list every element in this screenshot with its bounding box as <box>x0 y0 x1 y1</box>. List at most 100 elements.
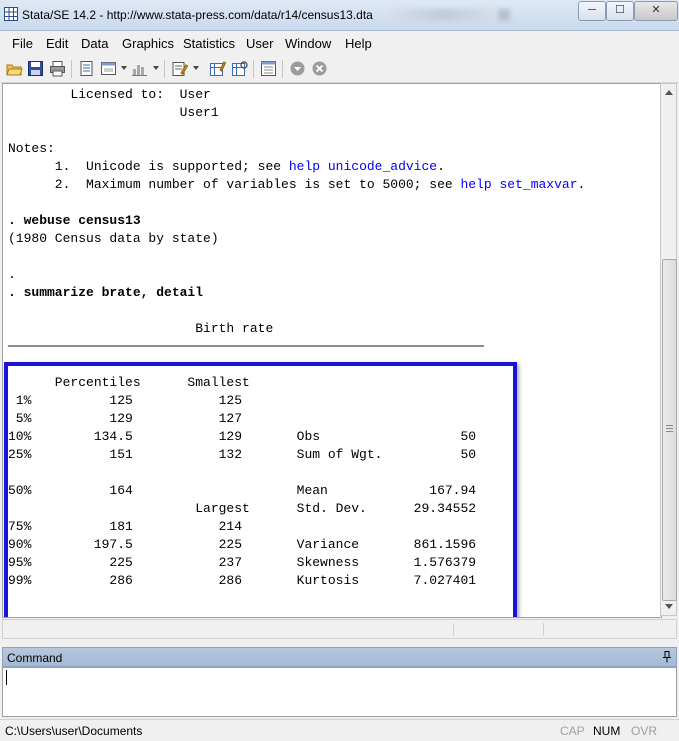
results-line: 1. Unicode is supported; see help unicod… <box>8 158 585 176</box>
output-text: ────────────────────────────────────────… <box>8 339 484 354</box>
results-window[interactable]: Licensed to: User User1 Notes: 1. Unicode… <box>2 83 662 618</box>
menu-edit[interactable]: Edit <box>46 36 68 51</box>
results-line <box>8 194 585 212</box>
output-text: 99% 286 286 Kurtosis 7.027401 <box>8 573 477 588</box>
graph-icon[interactable] <box>131 60 148 77</box>
maximize-button[interactable]: ☐ <box>606 1 634 21</box>
menu-file[interactable]: File <box>12 36 33 51</box>
save-icon[interactable] <box>27 60 44 77</box>
results-line: Birth rate <box>8 320 585 338</box>
break-icon[interactable] <box>311 60 328 77</box>
menu-data[interactable]: Data <box>81 36 108 51</box>
output-text: Percentiles Smallest <box>8 375 250 390</box>
results-line: 75% 181 214 <box>8 518 585 536</box>
output-text: . <box>8 267 16 282</box>
results-line: 95% 225 237 Skewness 1.576379 <box>8 554 585 572</box>
blurred-region <box>390 9 500 21</box>
toolbar <box>0 56 679 83</box>
results-line <box>8 122 585 140</box>
do-file-dropdown-icon[interactable] <box>193 66 199 70</box>
menu-help[interactable]: Help <box>345 36 372 51</box>
toolbar-separator <box>71 60 72 78</box>
output-text: 50% 164 Mean 167.94 <box>8 483 477 498</box>
pin-icon[interactable] <box>662 651 672 663</box>
results-line: Notes: <box>8 140 585 158</box>
text-caret <box>6 670 7 685</box>
output-text: . <box>577 177 586 192</box>
results-line <box>8 248 585 266</box>
viewer-icon[interactable] <box>100 60 117 77</box>
output-text: (1980 Census data by state) <box>8 231 219 246</box>
menu-user[interactable]: User <box>246 36 273 51</box>
open-icon[interactable] <box>6 60 23 77</box>
output-text: 1% 125 125 <box>8 393 243 408</box>
results-line <box>8 356 585 374</box>
output-text: 75% 181 214 <box>8 519 243 534</box>
data-editor-icon[interactable] <box>209 60 226 77</box>
results-line: 10% 134.5 129 Obs 50 <box>8 428 585 446</box>
window-title: Stata/SE 14.2 - http://www.stata-press.c… <box>22 8 373 22</box>
menu-graphics[interactable]: Graphics <box>122 36 174 51</box>
scroll-up-icon[interactable] <box>665 90 673 95</box>
results-text: Licensed to: User User1 Notes: 1. Unicode… <box>8 86 586 617</box>
command-echo: . summarize brate, detail <box>8 285 204 300</box>
scrollbar-divider <box>453 623 454 636</box>
command-panel-title: Command <box>7 651 63 665</box>
menu-bar: File Edit Data Graphics Statistics User … <box>0 31 679 55</box>
scroll-down-icon[interactable] <box>665 604 673 609</box>
results-line: . summarize brate, detail <box>8 284 585 302</box>
output-text: 90% 197.5 225 Variance 861.1596 <box>8 537 477 552</box>
results-line: 50% 164 Mean 167.94 <box>8 482 585 500</box>
blurred-region-small <box>498 9 510 21</box>
vertical-scrollbar[interactable] <box>660 83 677 616</box>
maximize-icon: ☐ <box>615 4 625 16</box>
data-browser-icon[interactable] <box>231 60 248 77</box>
output-text: Largest Std. Dev. 29.34552 <box>8 501 477 516</box>
grip-line <box>666 428 673 429</box>
results-line: Percentiles Smallest <box>8 374 585 392</box>
output-text: 25% 151 132 Sum of Wgt. 50 <box>8 447 477 462</box>
close-button[interactable]: ✕ <box>634 1 678 21</box>
viewer-dropdown-icon[interactable] <box>121 66 127 70</box>
output-text: 2. Maximum number of variables is set to… <box>8 177 461 192</box>
output-text: . <box>437 159 445 174</box>
results-line <box>8 590 585 608</box>
toolbar-separator <box>282 60 283 78</box>
minimize-button[interactable]: ─ <box>578 1 606 21</box>
working-directory: C:\Users\user\Documents <box>5 724 143 738</box>
close-icon: ✕ <box>651 4 661 16</box>
status-ovr: OVR <box>631 724 658 738</box>
results-line <box>8 302 585 320</box>
status-num: NUM <box>593 724 621 738</box>
menu-statistics[interactable]: Statistics <box>183 36 235 51</box>
print-icon[interactable] <box>49 60 66 77</box>
graph-dropdown-icon[interactable] <box>153 66 159 70</box>
log-icon[interactable] <box>78 60 95 77</box>
results-line: . <box>8 266 585 284</box>
command-echo: . webuse census13 <box>8 213 141 228</box>
stata-app-icon[interactable] <box>4 7 18 21</box>
results-line: Licensed to: User <box>8 86 585 104</box>
menu-window[interactable]: Window <box>285 36 331 51</box>
do-file-editor-icon[interactable] <box>171 60 188 77</box>
output-text: 95% 225 237 Skewness 1.576379 <box>8 555 477 570</box>
results-line: Largest Std. Dev. 29.34552 <box>8 500 585 518</box>
output-text: 5% 129 127 <box>8 411 243 426</box>
results-line: ────────────────────────────────────────… <box>8 338 585 356</box>
command-input[interactable] <box>2 667 677 717</box>
output-text: 1. Unicode is supported; see <box>8 159 289 174</box>
horizontal-scrollbar[interactable] <box>2 619 677 639</box>
grip-line <box>666 431 673 432</box>
results-line: 5% 129 127 <box>8 410 585 428</box>
results-line: 2. Maximum number of variables is set to… <box>8 176 586 194</box>
status-cap: CAP <box>560 724 585 738</box>
scroll-thumb[interactable] <box>662 259 677 601</box>
variables-manager-icon[interactable] <box>260 60 277 77</box>
status-bar: C:\Users\user\Documents CAP NUM OVR <box>0 719 679 741</box>
results-line: 99% 286 286 Kurtosis 7.027401 <box>8 572 585 590</box>
toolbar-separator <box>164 60 165 78</box>
more-icon[interactable] <box>289 60 306 77</box>
output-text: 10% 134.5 129 Obs 50 <box>8 429 477 444</box>
help-link[interactable]: help unicode_advice <box>289 159 437 174</box>
help-link[interactable]: help set_maxvar <box>460 177 577 192</box>
